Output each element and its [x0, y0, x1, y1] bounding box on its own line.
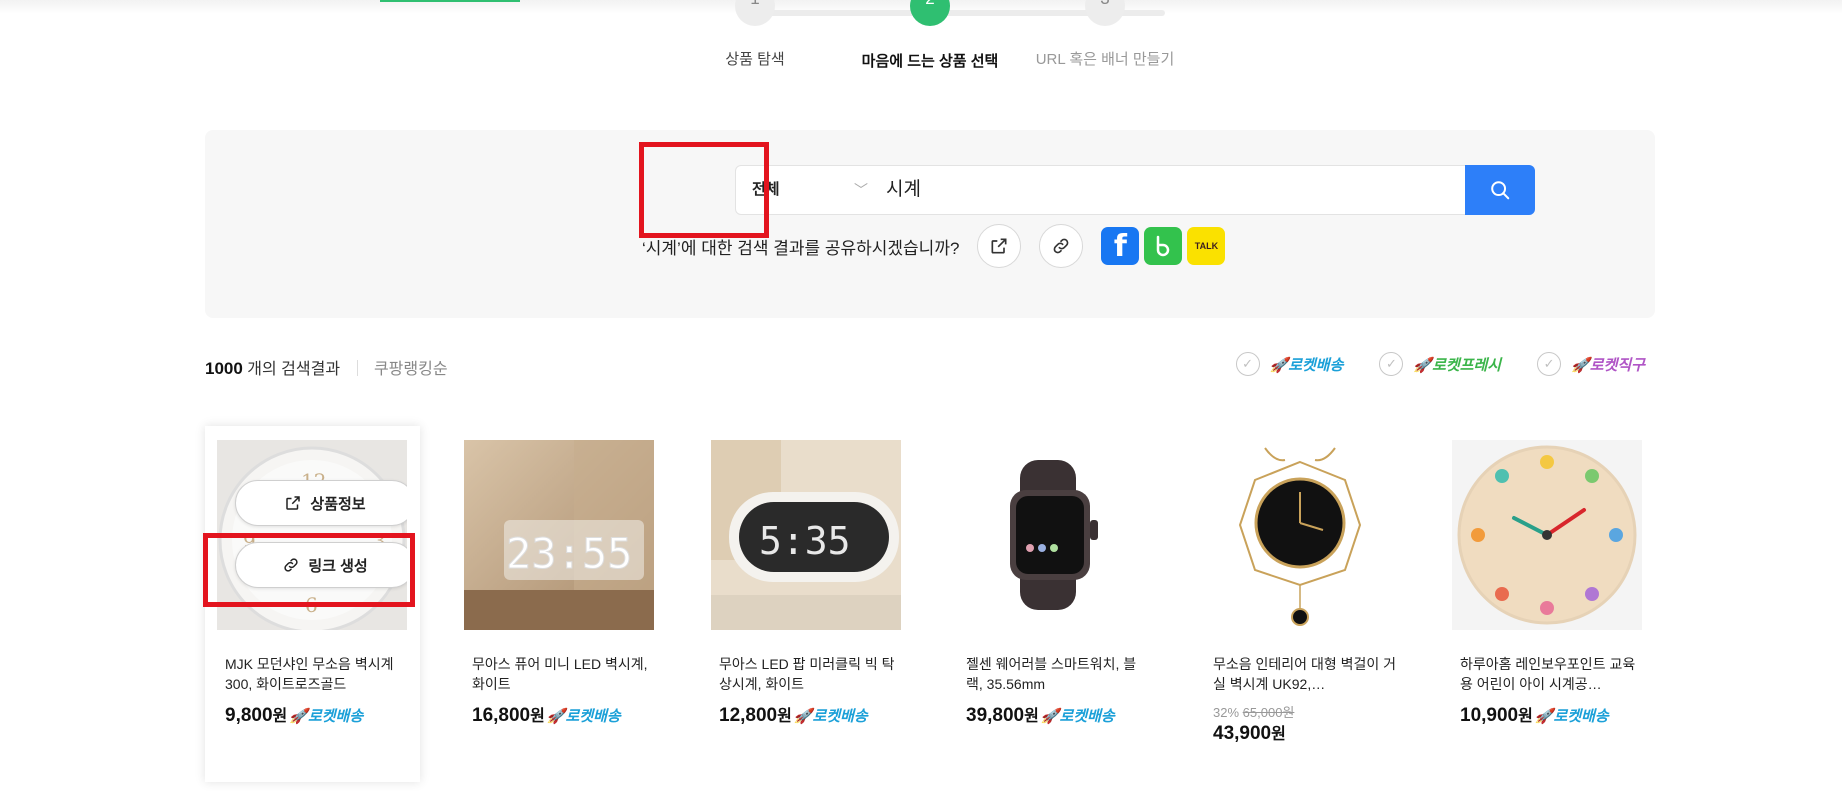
- kakaotalk-share-button[interactable]: TALK: [1187, 227, 1226, 265]
- step-1-circle: 1: [735, 0, 775, 26]
- original-price-value: 65,000원: [1242, 705, 1295, 720]
- product-price: 12,800원 🚀로켓배송: [719, 702, 868, 727]
- check-icon[interactable]: ✓: [1235, 352, 1260, 376]
- product-price: 16,800원 🚀로켓배송: [472, 702, 621, 727]
- facebook-icon: f: [1113, 228, 1127, 264]
- filter-rocket-global-label: 🚀로켓직구: [1571, 356, 1645, 374]
- step-2-label: 마음에 드는 상품 선택: [861, 53, 999, 70]
- product-image[interactable]: [1452, 440, 1642, 630]
- product-title[interactable]: 무소음 인테리어 대형 벽걸이 거실 벽시계 UK92,…: [1213, 654, 1398, 694]
- price-unit: 원: [1271, 726, 1286, 743]
- product-title[interactable]: MJK 모던샤인 무소음 벽시계 300, 화이트로즈골드: [225, 654, 410, 694]
- step-3-number: 3: [1100, 0, 1109, 8]
- external-link-icon: [991, 238, 1007, 254]
- band-share-button[interactable]: [1144, 227, 1183, 265]
- result-count-number: 1000: [205, 359, 243, 378]
- step-1-number: 1: [750, 0, 759, 8]
- price-unit: 원: [1024, 708, 1039, 725]
- link-icon: [1054, 238, 1069, 254]
- filter-rocket-fresh[interactable]: ✓ 🚀로켓프레시: [1379, 352, 1501, 376]
- step-3: 3 URL 혹은 배너 만들기: [1015, 0, 1195, 69]
- product-image[interactable]: [958, 440, 1148, 630]
- product-price: 10,900원 🚀로켓배송: [1460, 702, 1609, 727]
- highlight-create-link: [203, 533, 415, 607]
- filter-rocket-delivery-label: 🚀로켓배송: [1269, 356, 1344, 374]
- price-value: 16,800: [472, 705, 531, 726]
- check-icon[interactable]: ✓: [1537, 352, 1562, 376]
- price-unit: 원: [272, 708, 288, 725]
- step-1: 1 상품 탐색: [665, 0, 845, 69]
- external-link-icon: [286, 496, 301, 510]
- price-value: 39,800: [966, 705, 1025, 726]
- price-value: 12,800: [719, 705, 778, 726]
- led-display-text: 23:55: [506, 529, 632, 578]
- copy-link-button[interactable]: [1039, 224, 1084, 268]
- product-info-button[interactable]: 상품정보: [235, 480, 407, 526]
- band-icon: [1157, 235, 1170, 257]
- product-price: 43,900원: [1213, 720, 1286, 745]
- pendulum-clock-image: [1205, 440, 1395, 630]
- rocket-badge: 🚀로켓배송: [546, 708, 621, 725]
- mirror-display-text: 5:35: [759, 519, 851, 563]
- check-icon[interactable]: ✓: [1379, 352, 1404, 376]
- sort-option[interactable]: 쿠팡랭킹순: [374, 361, 448, 378]
- delivery-filters: ✓ 🚀로켓배송 ✓ 🚀로켓프레시 ✓ 🚀로켓직구: [1200, 352, 1645, 376]
- rocket-badge: 🚀로켓배송: [1534, 708, 1609, 725]
- kakaotalk-icon: TALK: [1194, 241, 1219, 251]
- rainbow-clock-image: [1452, 440, 1642, 630]
- filter-rocket-global[interactable]: ✓ 🚀로켓직구: [1537, 352, 1645, 376]
- product-image[interactable]: 23:55: [464, 440, 654, 630]
- rocket-badge: 🚀로켓배송: [793, 708, 868, 725]
- step-1-label: 상품 탐색: [725, 51, 785, 68]
- price-value: 10,900: [1460, 705, 1519, 726]
- price-value: 43,900: [1213, 723, 1272, 744]
- open-external-button[interactable]: [977, 224, 1022, 268]
- product-price: 9,800원 🚀로켓배송: [225, 702, 363, 727]
- chevron-down-icon[interactable]: ﹀: [854, 180, 868, 200]
- product-image[interactable]: [1205, 440, 1395, 630]
- divider: [356, 360, 358, 376]
- price-unit: 원: [530, 708, 545, 725]
- result-count-suffix: 개의 검색결과: [247, 361, 341, 378]
- step-2-circle: 2: [910, 0, 950, 26]
- rocket-badge: 🚀로켓배송: [289, 708, 364, 725]
- price-unit: 원: [777, 708, 792, 725]
- smartwatch-image: [958, 440, 1148, 630]
- product-price: 39,800원 🚀로켓배송: [966, 702, 1115, 727]
- search-input[interactable]: 시계: [886, 166, 921, 214]
- step-3-circle: 3: [1085, 0, 1125, 26]
- search-bar: 전체 ﹀ 시계: [735, 165, 1535, 215]
- filter-rocket-delivery[interactable]: ✓ 🚀로켓배송: [1235, 352, 1344, 376]
- step-2: 2 마음에 드는 상품 선택: [840, 0, 1020, 71]
- product-title[interactable]: 무아스 LED 팝 미러클릭 빅 탁상시계, 화이트: [719, 654, 904, 694]
- filter-rocket-fresh-label: 🚀로켓프레시: [1413, 356, 1502, 374]
- led-clock-image: 23:55: [464, 440, 654, 630]
- step-progress: 1 상품 탐색 2 마음에 드는 상품 선택 3 URL 혹은 배너 만들기: [700, 0, 1220, 80]
- highlight-search-query: [639, 142, 769, 238]
- search-panel: 전체 ﹀ 시계 ‘시계’에 대한 검색 결과를 공유하시겠습니까? f TALK: [205, 130, 1655, 318]
- mirror-clock-image: 5:35: [711, 440, 901, 630]
- result-count: 1000 개의 검색결과 쿠팡랭킹순: [205, 355, 448, 379]
- facebook-share-button[interactable]: f: [1101, 227, 1140, 265]
- step-3-label: URL 혹은 배너 만들기: [1035, 51, 1175, 68]
- product-image[interactable]: 5:35: [711, 440, 901, 630]
- discount-rate: 32%: [1213, 705, 1240, 720]
- search-button[interactable]: [1465, 165, 1535, 215]
- product-title[interactable]: 무아스 퓨어 미니 LED 벽시계, 화이트: [472, 654, 657, 694]
- nav-active-indicator: [380, 0, 520, 2]
- original-price: 32% 65,000원: [1213, 702, 1294, 721]
- rocket-badge: 🚀로켓배송: [1040, 708, 1115, 725]
- product-info-label: 상품정보: [310, 495, 366, 513]
- product-title[interactable]: 젤센 웨어러블 스마트워치, 블랙, 35.56mm: [966, 654, 1151, 694]
- search-icon: [1491, 181, 1510, 200]
- step-2-number: 2: [925, 0, 934, 8]
- product-title[interactable]: 하루아홈 레인보우포인트 교육용 어린이 아이 시계공…: [1460, 654, 1645, 694]
- price-unit: 원: [1518, 708, 1533, 725]
- price-value: 9,800: [225, 705, 273, 726]
